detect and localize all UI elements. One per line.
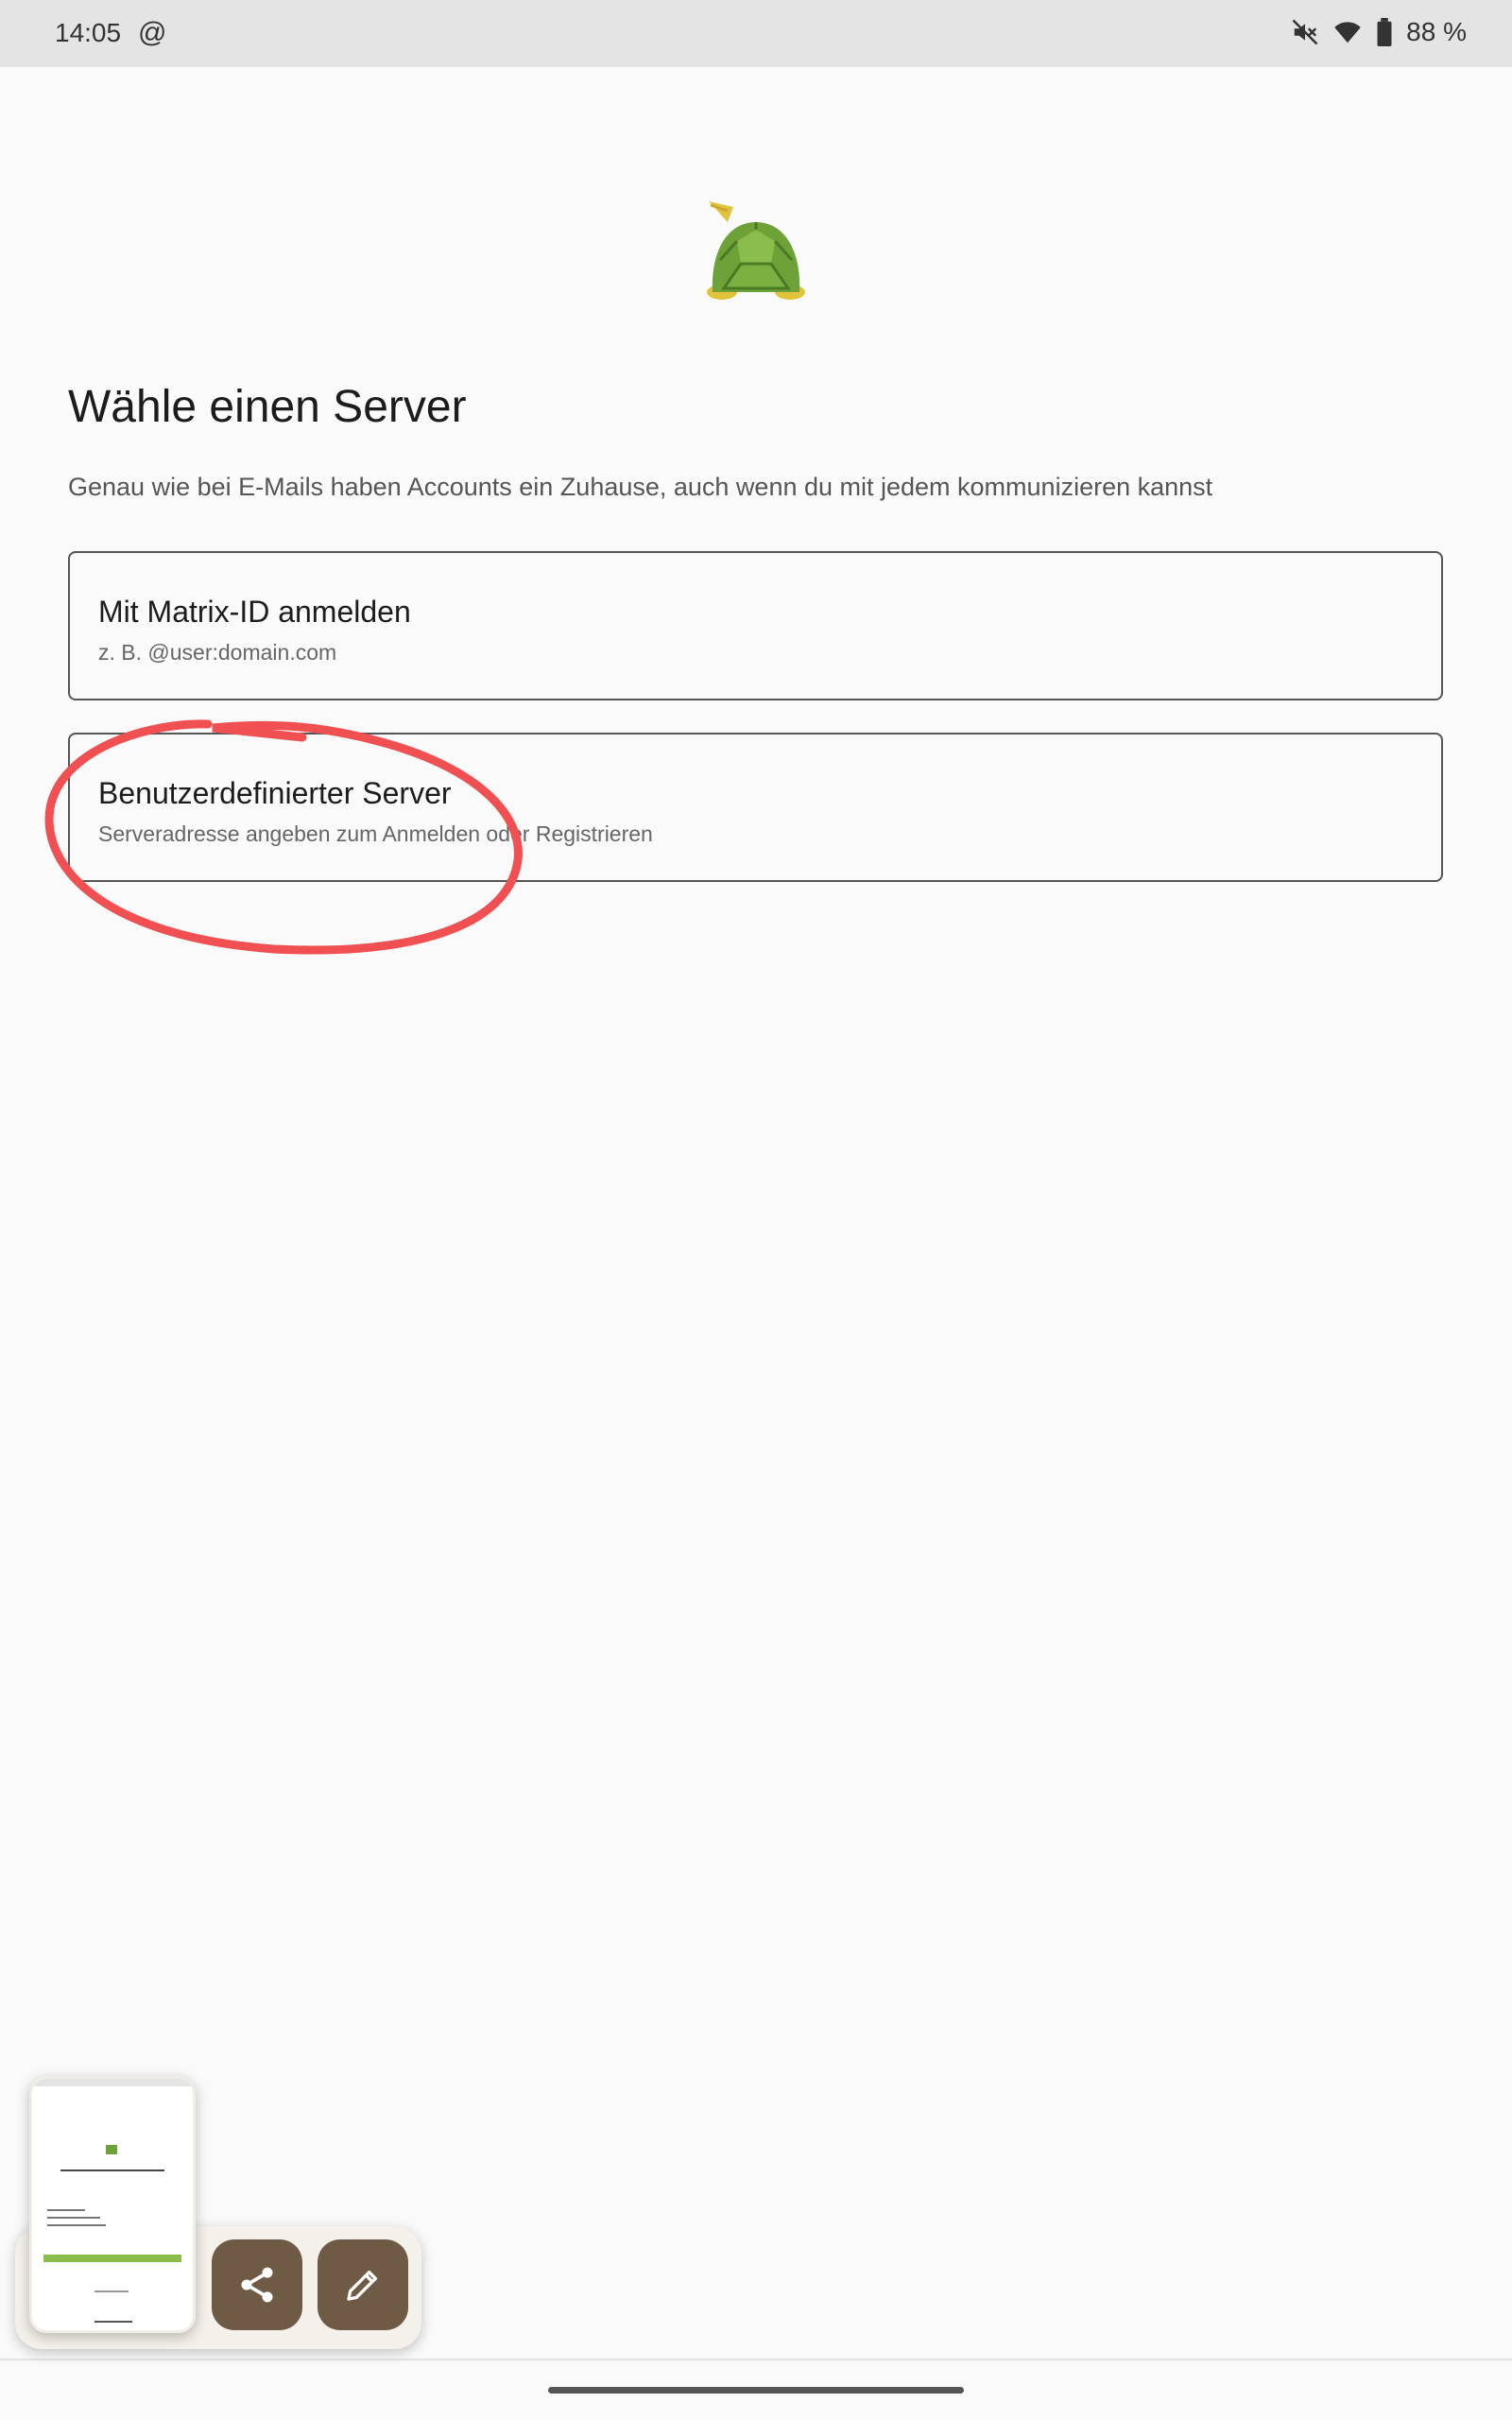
battery-icon bbox=[1377, 18, 1392, 46]
at-notification-icon: @ bbox=[138, 17, 167, 48]
edit-button[interactable] bbox=[318, 2239, 408, 2330]
option-title: Mit Matrix-ID anmelden bbox=[98, 595, 411, 629]
turtle-logo-icon bbox=[707, 201, 805, 300]
screenshot-thumbnail[interactable] bbox=[29, 2076, 196, 2333]
login-matrix-id-option[interactable]: Mit Matrix-ID anmelden z. B. @user:domai… bbox=[68, 551, 1443, 700]
home-gesture-bar[interactable] bbox=[548, 2387, 964, 2394]
custom-server-option[interactable]: Benutzerdefinierter Server Serveradresse… bbox=[68, 733, 1443, 882]
nav-divider bbox=[0, 2359, 1512, 2360]
mute-icon bbox=[1292, 19, 1318, 45]
option-title: Benutzerdefinierter Server bbox=[98, 776, 452, 810]
status-time: 14:05 bbox=[55, 18, 122, 47]
status-icons: 88 % bbox=[1291, 13, 1467, 51]
share-button[interactable] bbox=[212, 2239, 302, 2330]
option-subtitle: Serveradresse angeben zum Anmelden oder … bbox=[98, 821, 653, 846]
option-subtitle: z. B. @user:domain.com bbox=[98, 640, 337, 665]
pencil-icon bbox=[347, 2271, 377, 2301]
thumbnail-preview bbox=[32, 2079, 193, 2323]
wifi-icon bbox=[1334, 22, 1361, 43]
status-bar: 14:05 @ 88 % bbox=[0, 0, 1512, 67]
share-icon bbox=[241, 2267, 273, 2303]
page-title: Wähle einen Server bbox=[68, 382, 467, 432]
page-subtitle: Genau wie bei E-Mails haben Accounts ein… bbox=[68, 473, 1213, 501]
battery-percent: 88 % bbox=[1406, 17, 1467, 46]
